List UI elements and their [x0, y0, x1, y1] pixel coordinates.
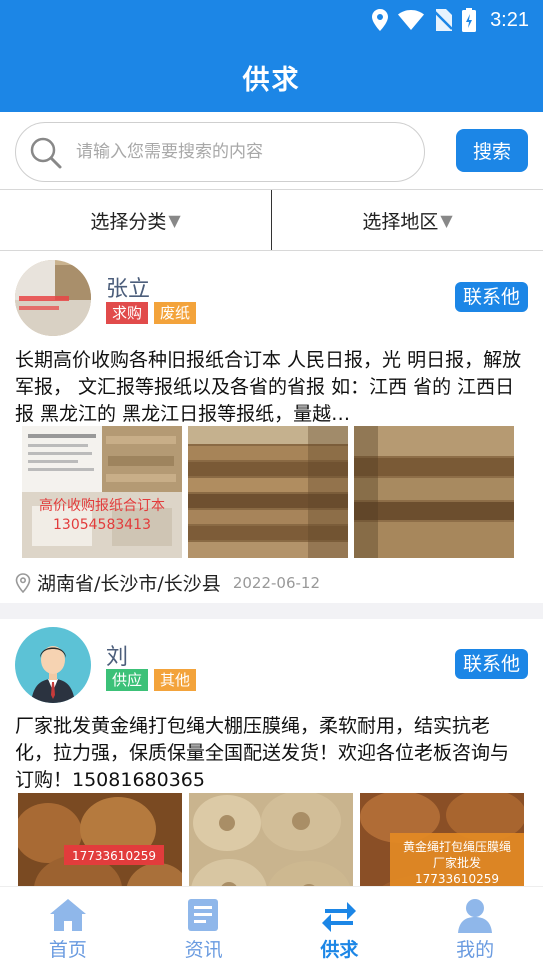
filter-row: 选择分类 ▼ 选择地区 ▼	[0, 189, 543, 251]
news-icon	[187, 899, 218, 931]
status-bar: 3:21	[372, 6, 529, 34]
location-icon	[372, 9, 389, 31]
status-time: 3:21	[490, 8, 529, 31]
category-tag: 其他	[154, 669, 197, 691]
type-tag: 求购	[106, 302, 149, 324]
post-card[interactable]: 刘 供应 其他 联系他 厂家批发黄金绳打包绳大棚压膜绳，柔软耐用，结实抗老化，拉…	[0, 619, 543, 886]
avatar[interactable]	[15, 627, 91, 703]
post-description: 长期高价收购各种旧报纸合订本 人民日报，光 明日报，解放军报， 文汇报等报纸以及…	[15, 349, 522, 425]
search-bar: 搜索	[0, 112, 543, 190]
photo-strip: 高价收购报纸合订本 13054583413	[22, 426, 514, 558]
dropdown-arrow-icon: ▼	[440, 210, 453, 230]
avatar[interactable]	[15, 260, 91, 336]
poster-name: 张立	[106, 277, 151, 302]
category-filter-label: 选择分类	[90, 210, 167, 233]
search-icon	[30, 137, 62, 169]
contact-button[interactable]: 联系他	[454, 282, 528, 312]
nav-item-home[interactable]: 首页	[0, 887, 136, 967]
post-date: 2022-06-12	[232, 573, 320, 592]
post-photo[interactable]	[189, 793, 353, 886]
photo-strip: 17733610259 黄金绳打包绳压膜绳 厂家批发 17733610259	[18, 793, 524, 886]
bottom-nav: 首页 资讯 供求 我的	[0, 886, 543, 967]
battery-icon	[462, 8, 477, 32]
nav-item-supply-demand[interactable]: 供求	[272, 887, 408, 967]
photo-caption: 17733610259	[72, 849, 156, 863]
location-pin-icon	[15, 572, 31, 593]
post-photo[interactable]	[354, 426, 514, 558]
region-filter[interactable]: 选择地区 ▼	[272, 190, 543, 250]
region-filter-label: 选择地区	[362, 210, 439, 233]
poster-name: 刘	[106, 645, 129, 670]
post-card[interactable]: 张立 求购 废纸 联系他 长期高价收购各种旧报纸合订本 人民日报，光 明日报，解…	[0, 251, 543, 603]
category-filter[interactable]: 选择分类 ▼	[0, 190, 272, 250]
tag-list: 供应 其他	[106, 669, 197, 691]
post-meta: 湖南省/长沙市/长沙县 2022-06-12	[15, 569, 320, 596]
nav-label: 资讯	[184, 939, 223, 961]
post-location: 湖南省/长沙市/长沙县	[37, 573, 221, 595]
post-photo[interactable]	[188, 426, 348, 558]
post-photo[interactable]: 17733610259	[18, 793, 182, 886]
photo-caption: 17733610259	[415, 872, 499, 886]
photo-caption: 厂家批发	[433, 855, 481, 870]
contact-button[interactable]: 联系他	[454, 649, 528, 679]
photo-caption: 13054583413	[53, 517, 151, 533]
post-feed[interactable]: 张立 求购 废纸 联系他 长期高价收购各种旧报纸合订本 人民日报，光 明日报，解…	[0, 251, 543, 886]
type-tag: 供应	[106, 669, 149, 691]
nav-item-profile[interactable]: 我的	[407, 887, 543, 967]
post-photo[interactable]: 黄金绳打包绳压膜绳 厂家批发 17733610259	[360, 793, 524, 886]
post-photo[interactable]: 高价收购报纸合订本 13054583413	[22, 426, 182, 558]
user-icon	[458, 899, 493, 933]
dropdown-arrow-icon: ▼	[168, 210, 181, 230]
category-tag: 废纸	[154, 302, 197, 324]
nav-label: 首页	[48, 939, 87, 961]
photo-caption: 高价收购报纸合订本	[39, 497, 165, 514]
nav-item-news[interactable]: 资讯	[136, 887, 272, 967]
no-sim-icon	[434, 9, 453, 31]
app-bar: 3:21 供求	[0, 0, 543, 112]
nav-label: 供求	[320, 939, 359, 961]
nav-label: 我的	[456, 939, 495, 961]
tag-list: 求购 废纸	[106, 302, 197, 324]
search-box[interactable]	[15, 122, 425, 182]
photo-caption: 黄金绳打包绳压膜绳	[403, 839, 511, 854]
home-icon	[49, 899, 86, 931]
exchange-icon	[322, 902, 357, 932]
wifi-icon	[398, 10, 425, 30]
search-input[interactable]	[76, 133, 406, 171]
search-button[interactable]: 搜索	[456, 129, 528, 172]
page-title: 供求	[242, 65, 301, 96]
post-description: 厂家批发黄金绳打包绳大棚压膜绳，柔软耐用，结实抗老化，拉力强，保质保量全国配送发…	[15, 715, 510, 791]
